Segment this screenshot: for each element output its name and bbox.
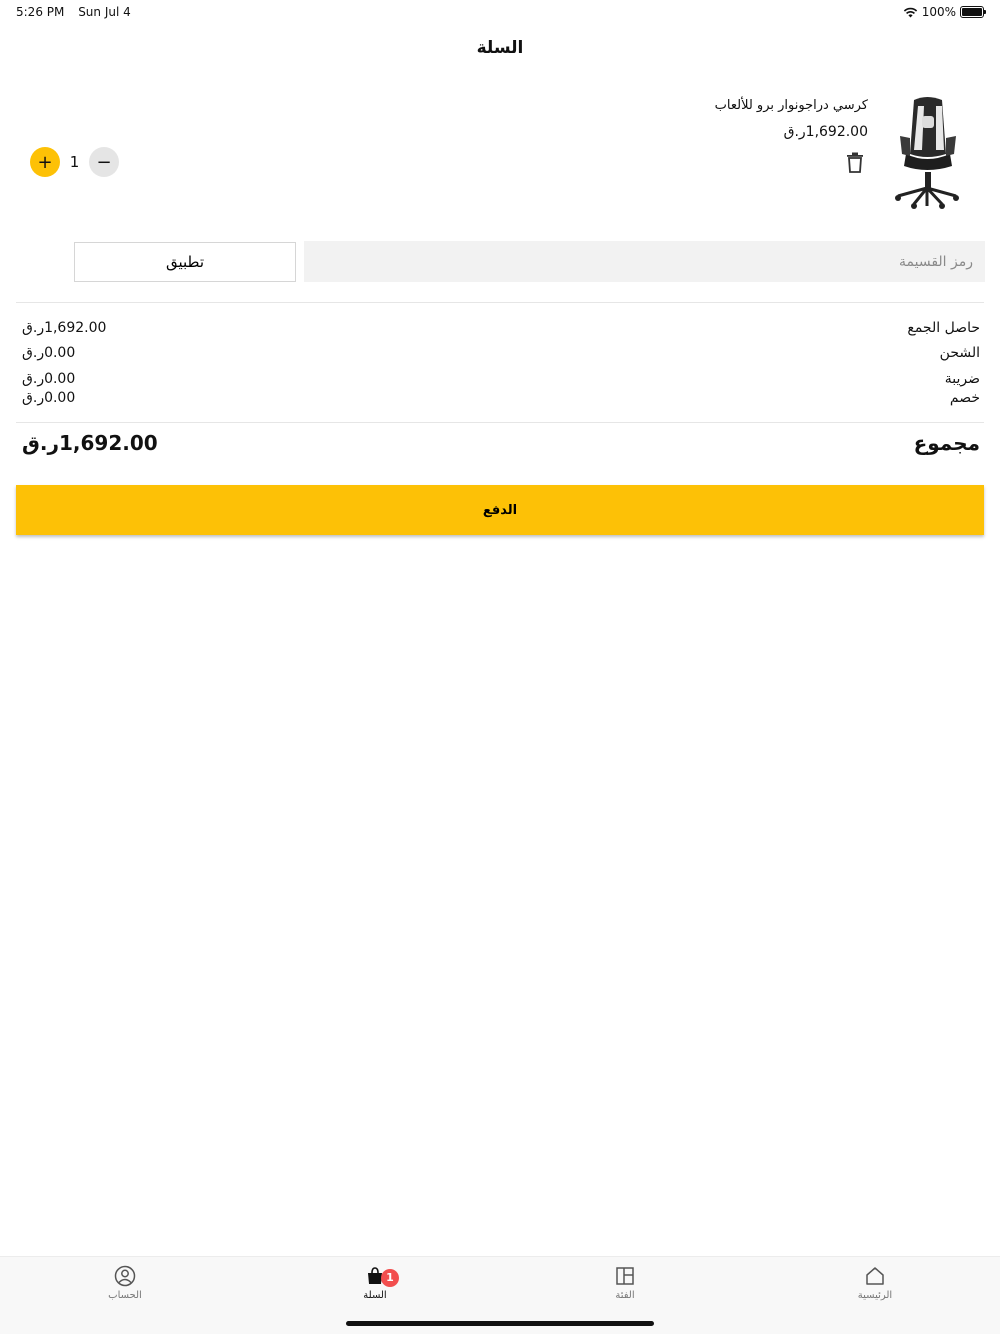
tab-label: الفئة xyxy=(615,1290,635,1301)
shipping-label: الشحن xyxy=(939,345,980,361)
status-date: Sun Jul 4 xyxy=(78,5,131,19)
subtotal-row: حاصل الجمع 1,692.00ر.ق xyxy=(22,320,980,340)
total-value: 1,692.00ر.ق xyxy=(22,431,158,455)
minus-icon: − xyxy=(96,151,112,173)
total-label: مجموع xyxy=(913,431,980,455)
tax-value: 0.00ر.ق xyxy=(22,371,76,387)
home-indicator xyxy=(346,1321,654,1326)
increase-quantity-button[interactable]: + xyxy=(30,147,60,177)
quantity-stepper: + 1 − xyxy=(30,147,119,177)
tab-bar: الحساب 1 السلة الفئة الرئيسية xyxy=(0,1256,1000,1334)
subtotal-label: حاصل الجمع xyxy=(907,320,980,336)
tab-label: الرئيسية xyxy=(857,1290,893,1301)
battery-percent: 100% xyxy=(921,5,956,19)
trash-icon[interactable] xyxy=(846,152,864,174)
status-time: 5:26 PM xyxy=(16,5,65,19)
discount-value: 0.00ر.ق xyxy=(22,390,76,406)
cart-item: كرسي دراجونوار برو للألعاب 1,692.00ر.ق +… xyxy=(0,88,1000,218)
divider xyxy=(16,422,984,423)
divider xyxy=(16,302,984,303)
status-indicators: 100% xyxy=(903,5,986,19)
decrease-quantity-button[interactable]: − xyxy=(89,147,119,177)
tax-row: ضريبة 0.00ر.ق xyxy=(22,371,980,391)
battery-level xyxy=(962,8,982,16)
subtotal-value: 1,692.00ر.ق xyxy=(22,320,107,336)
total-row: مجموع 1,692.00ر.ق xyxy=(22,431,980,459)
apply-coupon-button[interactable]: تطبيق xyxy=(74,242,296,282)
product-name: كرسي دراجونوار برو للألعاب xyxy=(714,98,868,113)
category-icon xyxy=(616,1267,634,1285)
tab-account[interactable]: الحساب xyxy=(65,1265,185,1301)
shipping-value: 0.00ر.ق xyxy=(22,345,76,361)
tab-label: الحساب xyxy=(108,1290,142,1301)
home-icon xyxy=(866,1267,884,1285)
cart-badge: 1 xyxy=(381,1269,399,1287)
tab-label: السلة xyxy=(363,1290,387,1301)
tab-home[interactable]: الرئيسية xyxy=(815,1265,935,1301)
quantity-value: 1 xyxy=(69,153,80,171)
tab-cart[interactable]: 1 السلة xyxy=(315,1265,435,1301)
battery-icon xyxy=(960,6,986,18)
coupon-code-input[interactable] xyxy=(304,241,985,282)
tax-label: ضريبة xyxy=(944,371,980,387)
tab-category[interactable]: الفئة xyxy=(565,1265,685,1301)
account-icon xyxy=(114,1265,136,1287)
checkout-button[interactable]: الدفع xyxy=(16,485,984,535)
status-bar: 5:26 PM Sun Jul 4 100% xyxy=(0,0,1000,24)
wifi-icon xyxy=(903,7,917,17)
page-title: السلة xyxy=(476,38,524,58)
plus-icon: + xyxy=(37,151,53,173)
gaming-chair-image xyxy=(895,97,959,209)
coupon-row: تطبيق xyxy=(0,241,1000,283)
discount-label: خصم xyxy=(949,390,980,406)
discount-row: خصم 0.00ر.ق xyxy=(22,390,980,410)
shipping-row: الشحن 0.00ر.ق xyxy=(22,345,980,365)
status-time-date: 5:26 PM Sun Jul 4 xyxy=(16,5,141,19)
product-price: 1,692.00ر.ق xyxy=(783,124,868,140)
